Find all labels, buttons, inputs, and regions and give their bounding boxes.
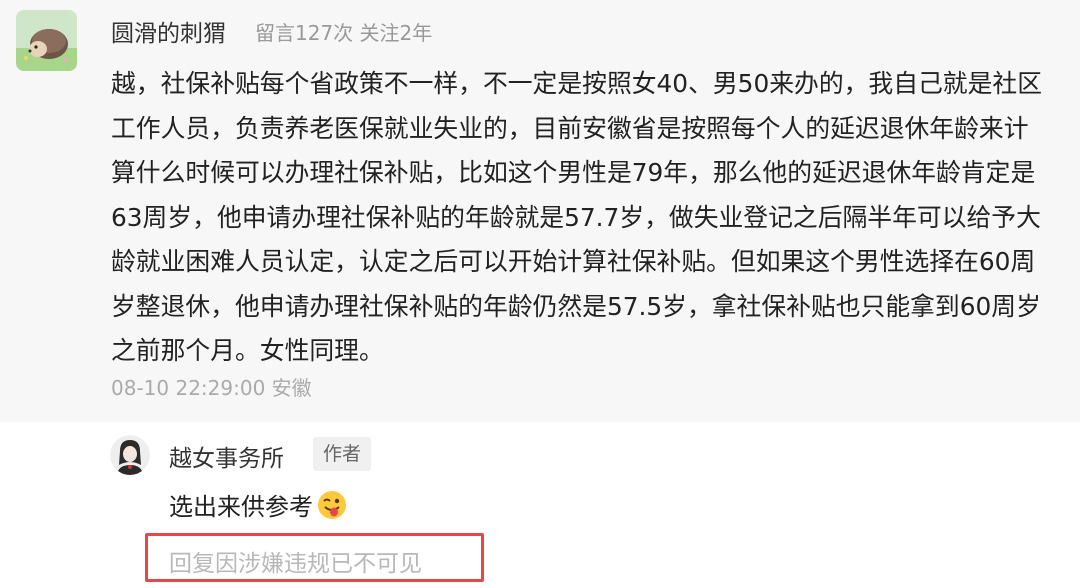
avatar[interactable] xyxy=(16,10,77,71)
hidden-reply-text: 回复因涉嫌违规已不可见 xyxy=(169,551,422,577)
comment-line: 龄就业困难人员认定，认定之后可以开始计算社保补贴。但如果这个男性选择在60周 xyxy=(111,247,1036,276)
author-avatar-icon xyxy=(110,435,150,475)
comment-timestamp: 08-10 22:29:00 安徽 xyxy=(111,376,312,400)
comment-line: 工作人员，负责养老医保就业失业的，目前安徽省是按照每个人的延迟退休年龄来计 xyxy=(111,113,1029,143)
author-badge: 作者 xyxy=(313,437,372,471)
reply-text-content: 选出来供参考 xyxy=(169,493,313,521)
comment-text: 越，社保补贴每个省政策不一样，不一定是按照女40、男50来办的，我自己就是社区 … xyxy=(111,62,1079,374)
comment-line: 之前那个月。女性同理。 xyxy=(111,336,384,365)
reply-item: 越女事务所 作者 选出来供参考 回复因涉嫌违规已不可见 xyxy=(0,422,1080,588)
reply-username[interactable]: 越女事务所 xyxy=(169,439,284,473)
comment-line: 算什么时候可以办理社保补贴，比如这个男性是79年，那么他的延迟退休年龄肯定是 xyxy=(111,158,1036,187)
comment-line: 岁整退休，他申请办理社保补贴的年龄仍然是57.5岁，拿社保补贴也只能拿到60周岁 xyxy=(111,291,1041,321)
reply-avatar[interactable] xyxy=(110,435,150,475)
comment-line: 63周岁，他申请办理社保补贴的年龄就是57.7岁，做失业登记之后隔半年可以给予大 xyxy=(111,202,1041,232)
reply-text: 选出来供参考 xyxy=(169,487,347,522)
comment-line: 越，社保补贴每个省政策不一样，不一定是按照女40、男50来办的，我自己就是社区 xyxy=(111,69,1042,98)
hidden-reply-notice: 回复因涉嫌违规已不可见 xyxy=(145,533,484,582)
hedgehog-avatar-icon xyxy=(16,10,77,71)
comment-username[interactable]: 圆滑的刺猬 xyxy=(111,14,226,48)
comment-user-meta: 留言127次 关注2年 xyxy=(255,21,433,45)
comment-card: 圆滑的刺猬 留言127次 关注2年 越，社保补贴每个省政策不一样，不一定是按照女… xyxy=(0,0,1080,422)
winking-tongue-emoji-icon xyxy=(318,490,346,519)
